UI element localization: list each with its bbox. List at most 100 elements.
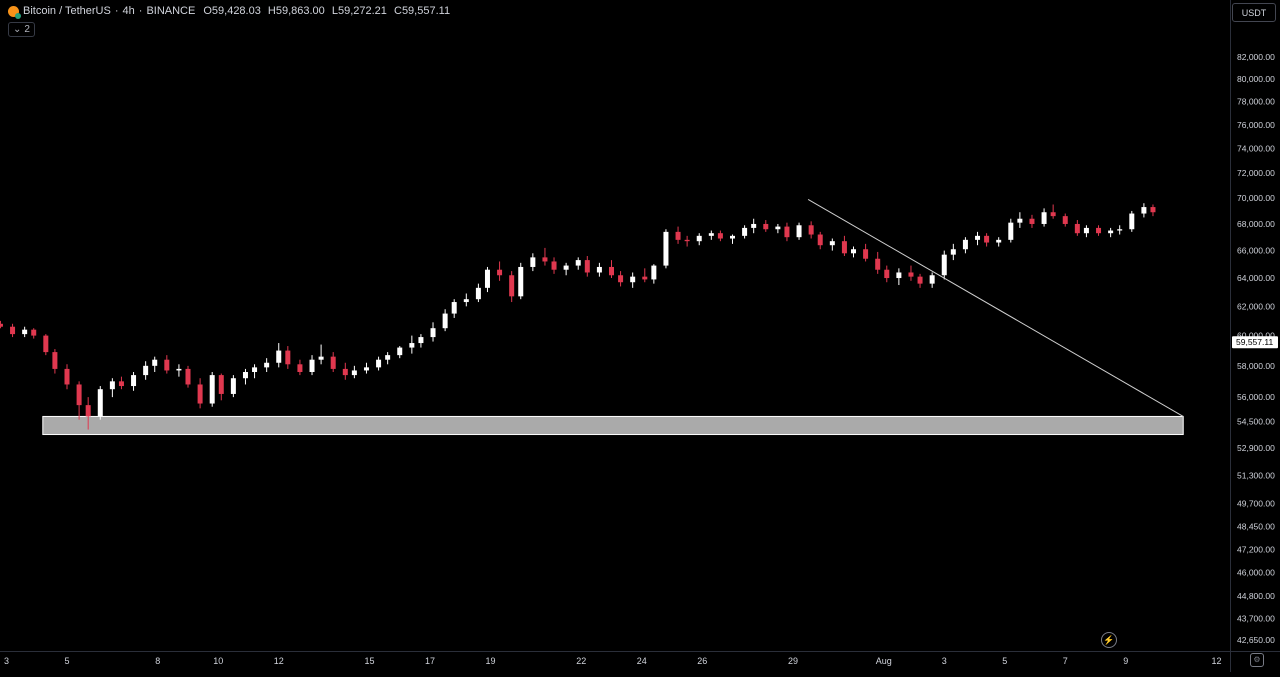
time-axis[interactable]: 3 5 8 10 12 15 17 19 22 24 26 29 Aug 3 5 7 9 12 — [0, 651, 1230, 672]
candle — [442, 309, 448, 332]
indicators-toggle[interactable]: ⌄ 2 — [8, 22, 35, 37]
candle — [463, 293, 469, 307]
bitcoin-tether-icon — [8, 5, 21, 19]
candle-body — [397, 347, 403, 356]
candle-body — [85, 405, 91, 417]
candle — [751, 218, 757, 234]
candle — [1150, 204, 1156, 217]
candle-body — [497, 269, 503, 276]
candle-body — [31, 329, 37, 336]
candle-body — [1017, 218, 1023, 223]
candle — [409, 335, 415, 354]
candle — [131, 372, 137, 391]
candle-body — [784, 226, 790, 238]
candle — [242, 368, 248, 385]
price-tick-label: 52,900.00 — [1237, 443, 1275, 453]
candle — [1096, 225, 1102, 236]
candle — [252, 364, 258, 379]
candle-body — [342, 368, 348, 376]
candle-body — [418, 337, 424, 344]
candle-body — [863, 249, 869, 259]
candle-body — [663, 231, 669, 266]
candle — [330, 352, 336, 373]
high-value: 59,863.00 — [275, 5, 325, 17]
candle-body — [630, 276, 636, 283]
candle-body — [984, 235, 990, 243]
candle-body — [242, 372, 248, 379]
candle — [385, 352, 391, 365]
price-tick-label: 82,000.00 — [1237, 52, 1275, 62]
candle — [143, 361, 149, 380]
candle — [276, 343, 282, 368]
candle — [1108, 227, 1114, 238]
price-tick-label: 56,000.00 — [1237, 392, 1275, 402]
symbol-legend[interactable]: Bitcoin / TetherUS · 4h · BINANCE O59,42… — [8, 5, 450, 19]
low-value: 59,272.21 — [337, 5, 387, 17]
candle-body — [1083, 227, 1089, 234]
candle-body — [717, 233, 723, 239]
candle-body — [451, 302, 457, 314]
symbol-name[interactable]: Bitcoin / TetherUS — [23, 5, 111, 17]
candle-body — [518, 266, 524, 297]
candle-body — [430, 328, 436, 338]
candle — [1062, 213, 1068, 227]
candle — [1141, 203, 1147, 218]
candle — [430, 322, 436, 342]
candle — [929, 272, 935, 288]
candle — [542, 247, 548, 266]
candle-body — [975, 235, 981, 240]
candle-body — [109, 381, 115, 390]
candle-body — [152, 359, 158, 366]
candle-body — [696, 235, 702, 242]
candle — [996, 237, 1002, 247]
candle-body — [1008, 222, 1014, 240]
candle-body — [841, 241, 847, 254]
price-tick-label: 47,200.00 — [1237, 545, 1275, 555]
bolt-icon[interactable]: ⚡ — [1101, 632, 1117, 648]
currency-selector[interactable]: USDT — [1232, 3, 1276, 22]
candle — [43, 334, 49, 356]
gear-icon[interactable]: ⚙ — [1250, 653, 1264, 667]
last-price-label: 59,557.11 — [1236, 337, 1273, 347]
candle-body — [285, 350, 291, 365]
price-axis[interactable]: 82,000.00 80,000.00 78,000.00 76,000.00 74,0… — [1230, 0, 1280, 651]
candle — [696, 233, 702, 246]
candle — [551, 257, 557, 274]
candle-body — [509, 275, 515, 297]
candle — [530, 253, 536, 272]
candle — [64, 364, 70, 390]
candle-body — [318, 356, 324, 360]
candle-body — [763, 223, 769, 230]
candle-body — [1150, 207, 1156, 213]
candle-body — [950, 249, 956, 255]
candle — [908, 265, 914, 281]
candle-body — [929, 275, 935, 284]
candle — [917, 273, 923, 288]
candle-body — [230, 378, 236, 394]
candle-body — [796, 225, 802, 238]
price-tick-label: 78,000.00 — [1237, 97, 1275, 107]
candle — [1008, 218, 1014, 243]
candle — [808, 221, 814, 239]
candle-body — [64, 368, 70, 385]
candle-body — [996, 239, 1002, 243]
interval-label[interactable]: 4h — [123, 5, 135, 17]
candle — [941, 250, 947, 280]
candle — [742, 225, 748, 239]
candle — [584, 256, 590, 277]
candle — [152, 356, 158, 373]
candle — [984, 233, 990, 247]
price-tick-label: 46,000.00 — [1237, 568, 1275, 578]
candle-body — [896, 272, 902, 279]
time-tick-label: 5 — [64, 656, 69, 666]
candle — [97, 386, 103, 420]
candle — [884, 265, 890, 283]
time-tick-label: 15 — [364, 656, 374, 666]
candle-body — [675, 231, 681, 240]
time-tick-label: 9 — [1123, 656, 1128, 666]
chart-plot-area[interactable] — [0, 0, 1230, 651]
candle-body — [376, 359, 382, 368]
candlestick-chart[interactable] — [0, 0, 1230, 651]
price-tick-label: 76,000.00 — [1237, 120, 1275, 130]
candle-body — [808, 225, 814, 235]
